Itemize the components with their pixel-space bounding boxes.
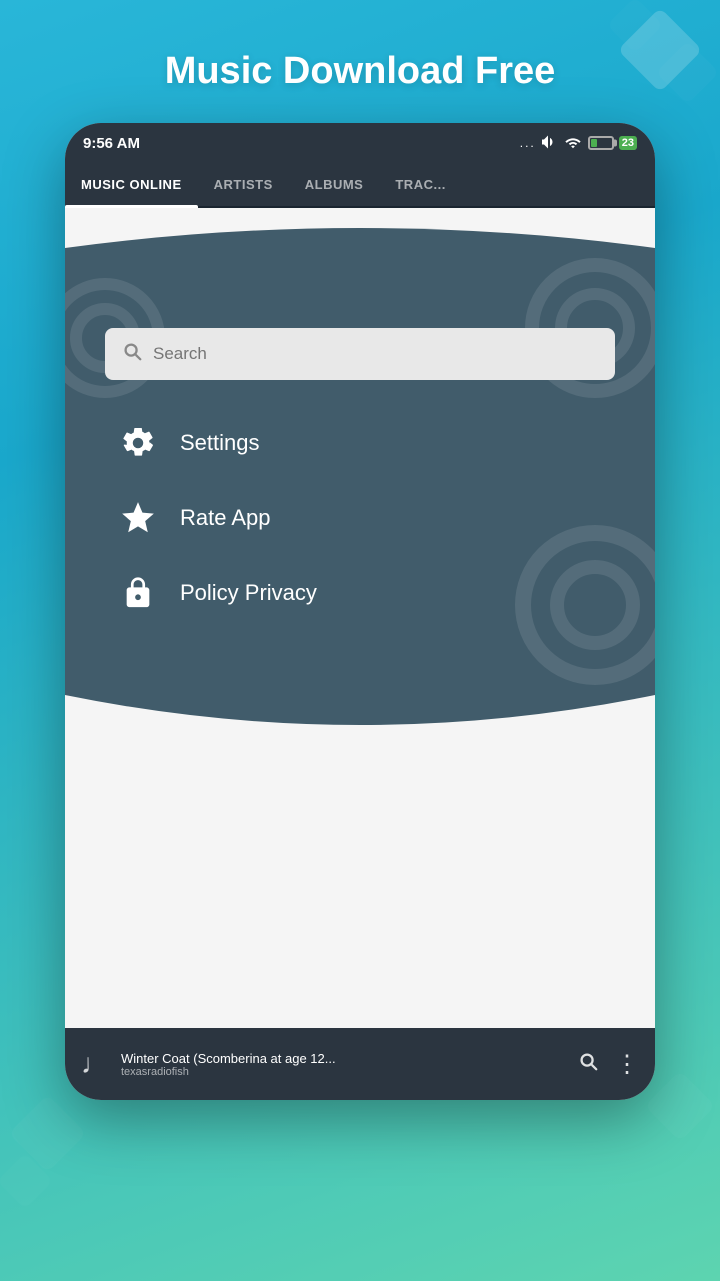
- gear-icon: [115, 420, 160, 465]
- main-content: Settings Rate App: [65, 208, 655, 1028]
- player-actions: ⋮: [577, 1050, 639, 1079]
- player-more-button[interactable]: ⋮: [615, 1050, 639, 1079]
- tab-music-online[interactable]: MUSIC ONLINE: [65, 163, 198, 206]
- search-icon: [121, 340, 143, 368]
- bg-diamond-6: [645, 1071, 716, 1142]
- settings-menu-item[interactable]: Settings: [115, 420, 605, 465]
- status-icons: ... 23: [520, 135, 637, 152]
- dark-panel: Settings Rate App: [65, 248, 655, 695]
- tab-artists[interactable]: ARTISTS: [198, 163, 289, 206]
- battery-indicator: 23: [588, 136, 637, 150]
- star-icon: [115, 495, 160, 540]
- player-artist: texasradiofish: [121, 1066, 565, 1078]
- settings-label: Settings: [180, 430, 260, 456]
- page-title: Music Download Free: [125, 50, 596, 93]
- policy-privacy-menu-item[interactable]: Policy Privacy: [115, 570, 605, 615]
- menu-items: Settings Rate App: [95, 420, 625, 615]
- wifi-icon: [564, 135, 582, 152]
- music-note-icon: ♩: [81, 1048, 109, 1080]
- player-search-button[interactable]: [577, 1050, 599, 1078]
- dots-icon: ...: [520, 136, 536, 150]
- tab-tracks[interactable]: TRAC...: [379, 163, 461, 206]
- search-input[interactable]: [153, 344, 599, 364]
- rate-app-label: Rate App: [180, 505, 271, 531]
- volume-icon: [542, 135, 558, 152]
- status-bar: 9:56 AM ... 23: [65, 123, 655, 163]
- player-bar: ♩ Winter Coat (Scomberina at age 12... t…: [65, 1028, 655, 1100]
- rate-app-menu-item[interactable]: Rate App: [115, 495, 605, 540]
- player-title: Winter Coat (Scomberina at age 12...: [121, 1051, 565, 1066]
- battery-percent: 23: [619, 136, 637, 150]
- search-bar[interactable]: [105, 328, 615, 380]
- nav-tabs: MUSIC ONLINE ARTISTS ALBUMS TRAC...: [65, 163, 655, 208]
- lock-icon: [115, 570, 160, 615]
- status-time: 9:56 AM: [83, 135, 140, 152]
- phone-mockup: 9:56 AM ... 23 MUSIC ONLI: [65, 123, 655, 1100]
- tab-albums[interactable]: ALBUMS: [289, 163, 380, 206]
- white-area: [65, 755, 655, 875]
- policy-privacy-label: Policy Privacy: [180, 580, 317, 606]
- player-info: Winter Coat (Scomberina at age 12... tex…: [121, 1051, 565, 1078]
